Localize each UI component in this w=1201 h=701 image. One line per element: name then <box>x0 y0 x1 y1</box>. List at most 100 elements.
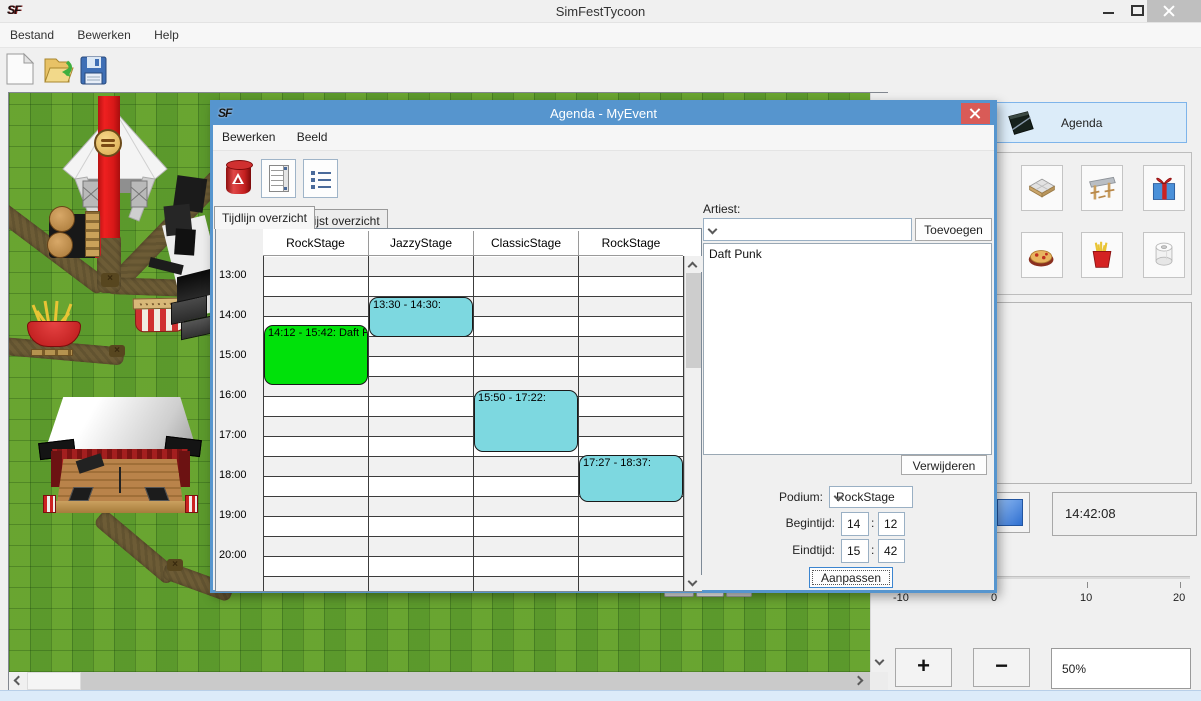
schedule-scrollbar[interactable] <box>684 256 701 591</box>
dialog-menu-bewerken[interactable]: Bewerken <box>213 125 284 149</box>
trash-icon <box>226 163 251 194</box>
schedule-event[interactable]: 17:27 - 18:37: <box>579 455 683 502</box>
shop-item-stage-floor-button[interactable] <box>1021 165 1063 211</box>
shop-item-toilet-roll-button[interactable] <box>1143 232 1185 278</box>
fries-stand <box>27 299 81 351</box>
list-view-button[interactable] <box>303 159 338 198</box>
schedule-event[interactable]: 14:12 - 15:42: Daft Punk <box>264 325 368 385</box>
close-button[interactable] <box>1147 0 1201 22</box>
pizza-icon <box>1027 240 1057 270</box>
new-file-icon <box>4 52 36 86</box>
shop-item-pizza-stand-button[interactable] <box>1021 232 1063 278</box>
scroll-down-button[interactable] <box>871 654 889 672</box>
agenda-panel-button[interactable]: Agenda <box>990 102 1187 143</box>
delete-event-button[interactable] <box>221 159 256 198</box>
main-menubar: Bestand Bewerken Help <box>0 22 1201 48</box>
zoom-level-display: 50% <box>1051 648 1191 689</box>
wood-pallet <box>85 211 100 257</box>
begin-time-label: Begintijd: <box>769 516 835 530</box>
shop-item-gift-shop-button[interactable] <box>1143 165 1185 211</box>
chevron-right-icon <box>854 676 864 686</box>
window-title: SimFestTycoon <box>0 4 1201 19</box>
schedule-grid: 13:0014:0015:0016:0017:0018:0019:0020:00… <box>215 228 702 592</box>
schedule-column-header: RockStage <box>578 231 683 256</box>
scroll-right-button[interactable] <box>852 672 870 690</box>
chevron-up-icon <box>688 262 698 272</box>
timeline-list-icon <box>269 165 289 192</box>
save-file-button[interactable] <box>80 56 116 92</box>
scrollbar-thumb[interactable] <box>686 273 701 368</box>
slider-tick <box>1087 582 1088 588</box>
timeline-view-button[interactable] <box>261 159 296 198</box>
new-file-button[interactable] <box>4 52 40 88</box>
shop-item-stage-frame-button[interactable] <box>1081 165 1123 211</box>
artist-label: Artiest: <box>703 202 740 216</box>
speaker-rig <box>147 177 217 342</box>
scrollbar-corner <box>870 672 888 690</box>
chevron-down-icon <box>688 577 698 587</box>
scroll-down-button[interactable] <box>685 575 702 591</box>
dialog-title: Agenda - MyEvent <box>213 106 994 121</box>
scrollbar-thumb[interactable] <box>27 672 81 690</box>
grid-column-line <box>578 256 579 591</box>
maximize-icon <box>1131 5 1144 16</box>
zoom-out-button[interactable]: − <box>973 648 1030 687</box>
dialog-menu-beeld[interactable]: Beeld <box>288 125 337 149</box>
zoom-in-button[interactable]: + <box>895 648 952 687</box>
schedule-column-header: JazzyStage <box>368 231 473 256</box>
slider-tick-label: -10 <box>893 592 909 604</box>
artist-combobox[interactable] <box>703 218 912 241</box>
grid-column-line <box>263 256 264 591</box>
toilet-roll-icon <box>1149 240 1179 270</box>
schedule-event[interactable]: 13:30 - 14:30: <box>369 297 473 337</box>
chevron-down-icon <box>875 656 885 666</box>
wood-planks <box>31 349 73 356</box>
burger-logo <box>94 129 122 157</box>
menu-bewerken[interactable]: Bewerken <box>67 23 140 47</box>
begin-hour-input[interactable] <box>841 512 869 536</box>
save-file-icon <box>80 56 107 86</box>
schedule-grid-body: 14:12 - 15:42: Daft Punk13:30 - 14:30: 15… <box>216 229 684 591</box>
schedule-column-header: ClassicStage <box>473 231 578 256</box>
schedule-header-row: RockStageJazzyStageClassicStageRockStage <box>216 229 701 256</box>
main-stage <box>39 397 203 519</box>
minimize-button[interactable] <box>1096 0 1122 22</box>
schedule-column-header: RockStage <box>263 231 368 256</box>
stage-floor-icon <box>1027 173 1057 203</box>
agenda-dialog: SF Agenda - MyEvent Bewerken Beeld Tijdl… <box>210 100 997 593</box>
menu-help[interactable]: Help <box>144 23 189 47</box>
path-junction: × <box>109 345 125 357</box>
end-time-label: Eindtijd: <box>769 543 835 557</box>
remove-artist-button[interactable]: Verwijderen <box>901 455 987 475</box>
menu-bestand[interactable]: Bestand <box>0 23 64 47</box>
path-junction: × <box>101 273 119 287</box>
tab-tijdlijn-overzicht[interactable]: Tijdlijn overzicht <box>214 206 315 229</box>
chevron-down-icon <box>708 225 718 235</box>
schedule-event[interactable]: 15:50 - 17:22: <box>474 390 578 451</box>
add-artist-button[interactable]: Toevoegen <box>915 218 992 241</box>
shop-item-fries-stand-button[interactable] <box>1081 232 1123 278</box>
end-hour-input[interactable] <box>841 539 869 563</box>
open-file-icon <box>43 54 75 86</box>
slider-tick-label: 10 <box>1080 592 1092 604</box>
end-minute-input[interactable] <box>878 539 905 563</box>
fries-icon <box>1087 240 1117 270</box>
game-clock: 14:42:08 <box>1052 492 1197 536</box>
time-separator: : <box>871 516 874 530</box>
dialog-menubar: Bewerken Beeld <box>213 125 994 151</box>
apply-button[interactable]: Aanpassen <box>809 567 893 588</box>
minimize-icon <box>1103 12 1114 14</box>
scroll-up-button[interactable] <box>685 256 702 272</box>
bullet-list-icon <box>311 169 331 189</box>
dialog-titlebar[interactable]: SF Agenda - MyEvent <box>213 103 994 125</box>
map-horizontal-scrollbar[interactable] <box>9 672 870 690</box>
scroll-left-button[interactable] <box>9 672 27 690</box>
podium-combobox[interactable]: RockStage <box>829 486 913 508</box>
chevron-left-icon <box>14 676 24 686</box>
begin-minute-input[interactable] <box>878 512 905 536</box>
blue-square-icon <box>997 499 1023 526</box>
artist-listbox[interactable]: Daft Punk <box>703 243 992 455</box>
open-file-button[interactable] <box>43 54 79 90</box>
dialog-close-button[interactable] <box>961 103 990 124</box>
artist-list-item[interactable]: Daft Punk <box>704 244 991 264</box>
